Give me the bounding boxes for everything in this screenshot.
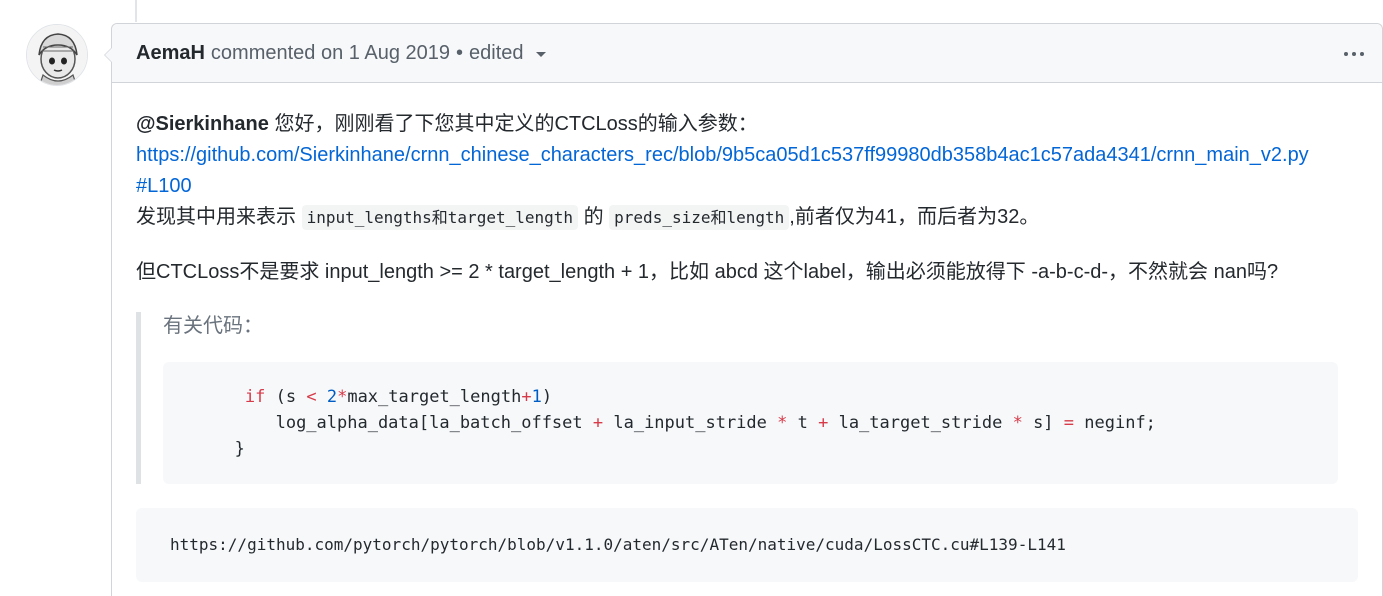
meta-separator: • (455, 41, 463, 64)
comment-box: AemaH commented on 1 Aug 2019 • edited @… (104, 23, 1383, 596)
avatar-image (27, 25, 87, 85)
finding-prefix: 发现其中用来表示 (136, 206, 296, 228)
finding-suffix: ,前者仅为41，而后者为32。 (789, 206, 1040, 228)
avatar[interactable] (26, 24, 88, 86)
kebab-horizontal-icon[interactable] (1344, 44, 1364, 64)
comment-author[interactable]: AemaH (136, 42, 205, 65)
reference-url-block: https://github.com/pytorch/pytorch/blob/… (136, 508, 1358, 582)
edited-label: edited (469, 41, 524, 64)
quote-label: 有关代码： (163, 315, 263, 337)
timeline-connector (135, 0, 137, 22)
inline-code-lengths: input_lengths和target_length (301, 205, 579, 230)
caret-down-icon (535, 52, 546, 57)
source-link[interactable]: https://github.com/Sierkinhane/crnn_chin… (136, 144, 1309, 197)
inline-code-preds: preds_size和length (609, 205, 790, 230)
code-block: if (s < 2*max_target_length+1) log_alpha… (163, 362, 1338, 484)
edited-dropdown[interactable]: edited (469, 42, 546, 65)
paragraph-intro: @Sierkinhane 您好，刚刚看了下您其中定义的CTCLoss的输入参数：… (136, 109, 1358, 233)
finding-mid: 的 (583, 206, 604, 228)
comment-date[interactable]: commented on 1 Aug 2019 (211, 42, 450, 65)
intro-text: 您好，刚刚看了下您其中定义的CTCLoss的输入参数： (268, 113, 758, 135)
paragraph-question: 但CTCLoss不是要求 input_length >= 2 * target_… (136, 261, 1279, 283)
blockquote: 有关代码： if (s < 2*max_target_length+1) log… (136, 312, 1358, 484)
comment-header: AemaH commented on 1 Aug 2019 • edited (112, 24, 1382, 83)
user-mention[interactable]: @Sierkinhane (136, 113, 269, 135)
comment-body: @Sierkinhane 您好，刚刚看了下您其中定义的CTCLoss的输入参数：… (112, 83, 1382, 582)
